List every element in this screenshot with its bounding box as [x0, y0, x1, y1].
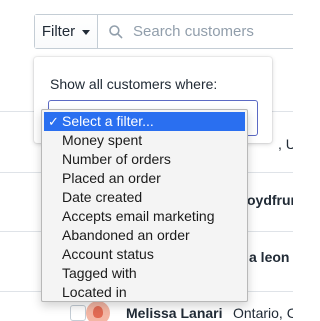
filter-option[interactable]: Date created — [42, 188, 247, 207]
search-icon — [109, 24, 123, 38]
filter-options-list: ✓ Select a filter... Money spent Number of … — [41, 109, 248, 302]
row-location: Ontario, C — [233, 305, 293, 321]
filter-option[interactable]: Placed an order — [42, 169, 247, 188]
row-location: , U — [278, 136, 293, 152]
filter-option-label: Located in — [62, 284, 127, 300]
filter-option[interactable]: Account status — [42, 245, 247, 264]
popover-label: Show all customers where: — [50, 76, 218, 92]
filter-option[interactable]: Abandoned an order — [42, 226, 247, 245]
filter-option-label: Select a filter... — [62, 113, 154, 129]
filter-option-label: Abandoned an order — [62, 227, 190, 243]
filter-option[interactable]: Number of orders — [42, 150, 247, 169]
row-customer-name[interactable]: oydfrun — [247, 192, 293, 208]
customers-page: Filter , U oydfrun a leon Melissa Lanari… — [0, 0, 293, 321]
filter-option-label: Number of orders — [62, 151, 171, 167]
filter-option[interactable]: Money spent — [42, 131, 247, 150]
filter-option-label: Placed an order — [62, 170, 161, 186]
row-customer-name[interactable]: a leon — [249, 249, 289, 265]
filter-option[interactable]: Tagged with — [42, 264, 247, 283]
filter-button-label: Filter — [41, 23, 76, 40]
caret-down-icon — [82, 30, 91, 35]
search-input[interactable] — [133, 23, 293, 40]
filter-option-label: Tagged with — [62, 265, 137, 281]
filter-option-label: Accepts email marketing — [62, 208, 215, 224]
filter-option-label: Date created — [62, 189, 143, 205]
filter-toolbar: Filter — [34, 14, 293, 49]
search-field[interactable] — [98, 15, 293, 48]
checkmark-icon: ✓ — [48, 114, 59, 129]
filter-option[interactable]: Accepts email marketing — [42, 207, 247, 226]
row-checkbox[interactable] — [70, 305, 86, 321]
filter-option-label: Account status — [62, 246, 154, 262]
filter-button[interactable]: Filter — [35, 15, 98, 48]
row-customer-name[interactable]: Melissa Lanari — [126, 305, 223, 321]
filter-option[interactable]: Located in — [42, 283, 247, 302]
avatar — [86, 301, 110, 321]
filter-option-label: Money spent — [62, 132, 143, 148]
filter-option[interactable]: ✓ Select a filter... — [44, 112, 245, 131]
